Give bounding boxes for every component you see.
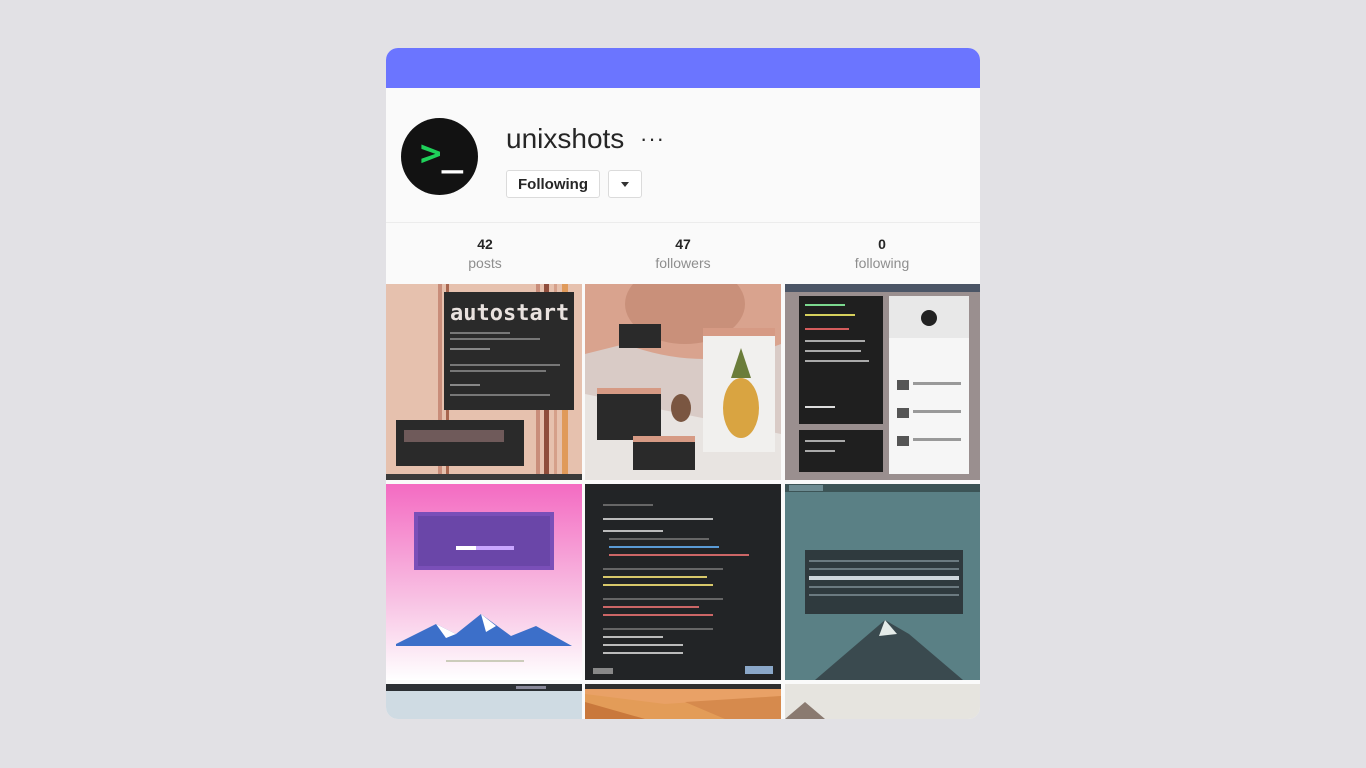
stat-following[interactable]: 0 following xyxy=(783,236,980,272)
post-thumbnail-sky[interactable] xyxy=(386,684,582,719)
chevron-down-icon xyxy=(621,181,629,187)
autostart-heading: autostart xyxy=(450,301,569,326)
post-thumbnail-reddit[interactable] xyxy=(785,284,980,480)
post-grid: autostart xyxy=(386,284,980,719)
following-label: following xyxy=(854,255,910,271)
post-thumbnail-teal-mountain[interactable] xyxy=(785,484,980,680)
post-thumbnail-orange-poly[interactable] xyxy=(585,684,781,719)
terminal-cursor-icon: _ xyxy=(441,133,464,174)
post-thumbnail-script[interactable] xyxy=(585,484,781,680)
posts-count: 42 xyxy=(477,236,493,252)
posts-label: posts xyxy=(468,255,502,271)
avatar[interactable]: > _ xyxy=(401,118,478,195)
username: unixshots xyxy=(506,123,625,154)
followers-count: 47 xyxy=(675,236,691,252)
divider xyxy=(386,222,980,223)
post-thumbnail-misty-peak[interactable] xyxy=(785,684,980,719)
followers-label: followers xyxy=(655,255,711,271)
following-button[interactable]: Following xyxy=(506,170,600,198)
stat-followers[interactable]: 47 followers xyxy=(584,236,782,272)
post-thumbnail-autostart[interactable]: autostart xyxy=(386,284,582,480)
post-thumbnail-pineapple[interactable] xyxy=(585,284,781,480)
terminal-prompt-icon: > xyxy=(419,133,442,174)
suggestions-dropdown-button[interactable] xyxy=(608,170,642,198)
header-bar xyxy=(386,48,980,88)
more-options-icon[interactable]: ··· xyxy=(640,126,665,152)
profile-card: > _ unixshots ··· Following 42 posts 47 … xyxy=(386,48,980,719)
following-count: 0 xyxy=(878,236,886,252)
post-thumbnail-pink-mountains[interactable] xyxy=(386,484,582,680)
stat-posts[interactable]: 42 posts xyxy=(386,236,584,272)
